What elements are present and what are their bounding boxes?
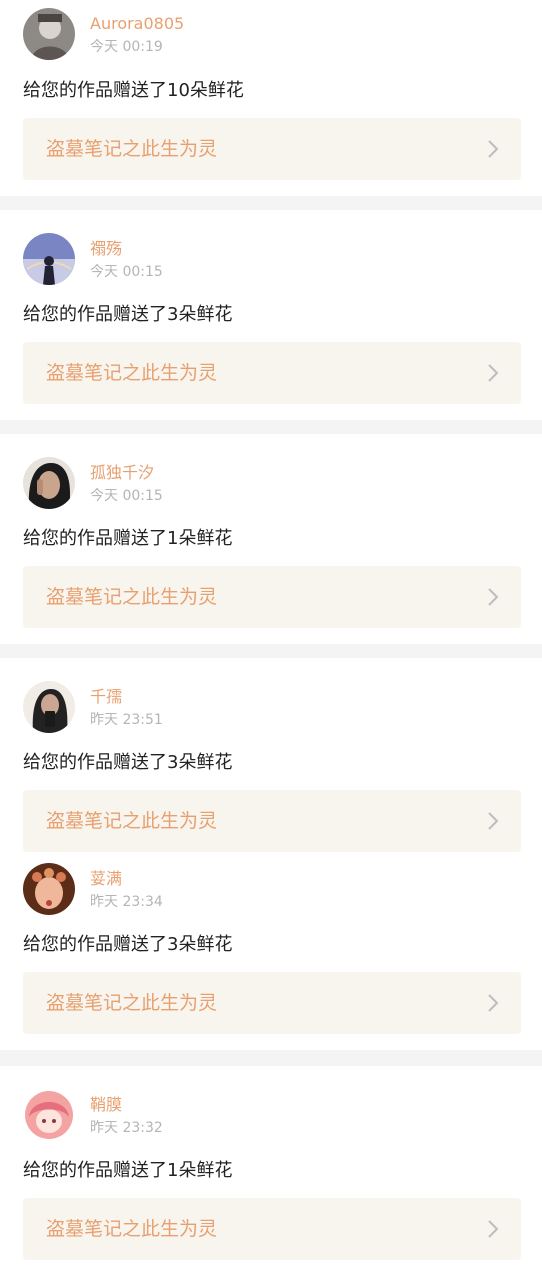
username[interactable]: 鞘膜 — [90, 1095, 122, 1115]
work-title: 盗墓笔记之此生为灵 — [46, 810, 218, 832]
gift-message: 给您的作品赠送了10朵鲜花 — [23, 80, 244, 101]
notification-item: 禤殇 今天 00:15 给您的作品赠送了3朵鲜花 盗墓笔记之此生为灵 — [0, 210, 542, 420]
avatar-image — [23, 681, 75, 733]
avatar-image — [23, 8, 75, 60]
timestamp: 昨天 23:51 — [90, 712, 163, 728]
username[interactable]: Aurora0805 — [90, 14, 184, 34]
notification-feed: Aurora0805 今天 00:19 给您的作品赠送了10朵鲜花 盗墓笔记之此… — [0, 0, 542, 1284]
gift-message: 给您的作品赠送了3朵鲜花 — [23, 752, 233, 773]
notification-item: Aurora0805 今天 00:19 给您的作品赠送了10朵鲜花 盗墓笔记之此… — [0, 0, 542, 196]
username[interactable]: 孤独千汐 — [90, 463, 154, 483]
avatar-image — [23, 457, 75, 509]
work-card[interactable]: 盗墓笔记之此生为灵 — [23, 972, 521, 1034]
work-card[interactable]: 盗墓笔记之此生为灵 — [23, 566, 521, 628]
gift-message: 给您的作品赠送了3朵鲜花 — [23, 934, 233, 955]
chevron-right-icon — [487, 363, 499, 383]
avatar-image — [23, 863, 75, 915]
avatar-image — [23, 1089, 75, 1141]
chevron-right-icon — [487, 1219, 499, 1239]
timestamp: 今天 00:15 — [90, 488, 163, 504]
chevron-right-icon — [487, 587, 499, 607]
username[interactable]: 千孺 — [90, 687, 122, 707]
work-title: 盗墓笔记之此生为灵 — [46, 362, 218, 384]
work-card[interactable]: 盗墓笔记之此生为灵 — [23, 342, 521, 404]
work-title: 盗墓笔记之此生为灵 — [46, 138, 218, 160]
gift-message: 给您的作品赠送了1朵鲜花 — [23, 528, 233, 549]
gift-message: 给您的作品赠送了3朵鲜花 — [23, 304, 233, 325]
notification-item: 千孺 昨天 23:51 给您的作品赠送了3朵鲜花 盗墓笔记之此生为灵 — [0, 658, 542, 854]
avatar[interactable] — [23, 681, 75, 733]
timestamp: 昨天 23:34 — [90, 894, 163, 910]
avatar[interactable] — [23, 8, 75, 60]
timestamp: 今天 00:19 — [90, 39, 163, 55]
timestamp: 今天 00:15 — [90, 264, 163, 280]
username[interactable]: 荽满 — [90, 869, 122, 889]
work-title: 盗墓笔记之此生为灵 — [46, 1218, 218, 1240]
work-title: 盗墓笔记之此生为灵 — [46, 992, 218, 1014]
avatar[interactable] — [23, 233, 75, 285]
notification-item: 荽满 昨天 23:34 给您的作品赠送了3朵鲜花 盗墓笔记之此生为灵 — [0, 854, 542, 1050]
work-card[interactable]: 盗墓笔记之此生为灵 — [23, 790, 521, 852]
timestamp: 昨天 23:32 — [90, 1120, 163, 1136]
avatar[interactable] — [23, 863, 75, 915]
chevron-right-icon — [487, 139, 499, 159]
avatar[interactable] — [23, 457, 75, 509]
avatar-image — [23, 233, 75, 285]
notification-item: 鞘膜 昨天 23:32 给您的作品赠送了1朵鲜花 盗墓笔记之此生为灵 — [0, 1066, 542, 1284]
notification-item: 孤独千汐 今天 00:15 给您的作品赠送了1朵鲜花 盗墓笔记之此生为灵 — [0, 434, 542, 644]
gift-message: 给您的作品赠送了1朵鲜花 — [23, 1160, 233, 1181]
chevron-right-icon — [487, 811, 499, 831]
chevron-right-icon — [487, 993, 499, 1013]
work-title: 盗墓笔记之此生为灵 — [46, 586, 218, 608]
work-card[interactable]: 盗墓笔记之此生为灵 — [23, 118, 521, 180]
work-card[interactable]: 盗墓笔记之此生为灵 — [23, 1198, 521, 1260]
username[interactable]: 禤殇 — [90, 239, 122, 259]
avatar[interactable] — [23, 1089, 75, 1141]
